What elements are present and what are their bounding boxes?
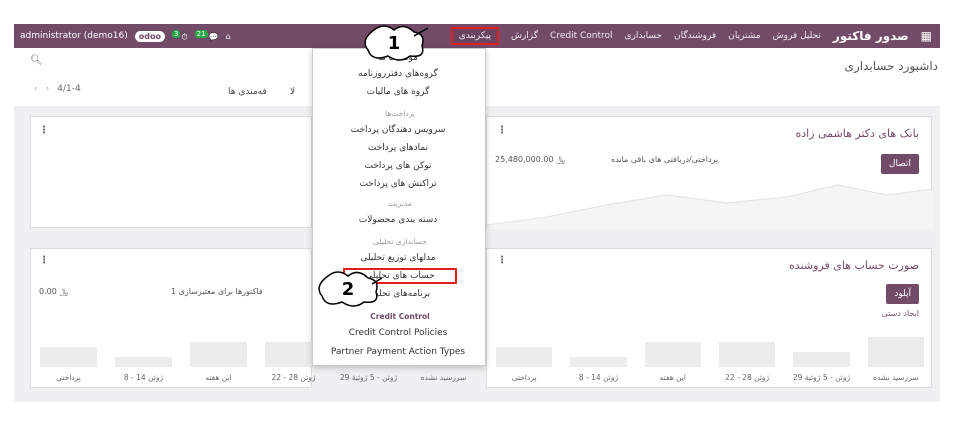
callout-2-number: 2 <box>341 278 355 300</box>
dd-header-payments: پرداخت‌ها <box>385 109 415 118</box>
groupby-label[interactable]: فه‌مندی ها <box>228 87 267 97</box>
chart-x-label: 22 - 28 ژوئن <box>725 373 770 382</box>
page-title: داشبورد حسابداری <box>844 59 938 73</box>
chart-x-label: سررسید نشده <box>873 373 919 382</box>
chart-bar[interactable] <box>570 357 627 367</box>
dd-header-analytic: حسابداری تحلیلی <box>372 237 427 246</box>
chart-bar[interactable] <box>793 352 850 367</box>
menu-accounting[interactable]: حسابداری <box>625 31 662 41</box>
chart-x-label: پرداختی <box>511 373 537 382</box>
chart-bar[interactable] <box>718 342 776 367</box>
chart-x-label: پرداختی <box>56 373 81 382</box>
dd-partner-payment-action-types[interactable]: Partner Payment Action Types <box>311 347 485 357</box>
messages-badge: 21 <box>194 30 208 39</box>
dd-payment-transactions[interactable]: تراکنش های پرداخت <box>311 179 485 189</box>
chart-bar[interactable] <box>495 347 553 367</box>
configuration-dropdown: موقعیت ها گروه‌های دفترروزنامه گروه های … <box>312 48 486 366</box>
search-icon[interactable]: 🔍︎ <box>30 55 43 66</box>
invoices-to-validate[interactable]: 1 فاکتورها برای معتبرسازی <box>171 287 263 296</box>
dd-product-categories[interactable]: دسته بندی محصولات <box>311 215 485 225</box>
menu-sales-analysis[interactable]: تحلیل فروش <box>773 31 821 41</box>
connect-button[interactable]: اتصال <box>880 154 919 174</box>
activity-badge: 3 <box>171 29 181 38</box>
menu-reporting[interactable]: گزارش <box>511 31 538 41</box>
apps-grid-icon[interactable]: ▦ <box>921 29 932 43</box>
card-menu-icon[interactable]: ⋮ <box>497 125 507 136</box>
dd-payment-providers[interactable]: سرویس دهندگان پرداخت <box>311 125 485 135</box>
menu-credit-control[interactable]: Credit Control <box>550 31 612 41</box>
chart-x-label: 8 - 14 ژوئن <box>578 373 619 382</box>
activity-icon[interactable]: 3 ⏱ <box>171 29 188 43</box>
left-top-card: ⋮ <box>30 116 312 228</box>
invoices-amount: 0.00 ﷼ <box>39 287 69 296</box>
card-menu-icon[interactable]: ⋮ <box>39 125 49 136</box>
top-navbar: administrator (demo16) odoo 3 ⏱ 21 💬 ⌂ ▦ ص… <box>14 24 940 48</box>
pager-next-icon[interactable]: › <box>46 84 50 94</box>
menu-configuration[interactable]: پیکربندی <box>450 27 499 45</box>
sales-invoices-card: ⋮ 1 فاکتورها برای معتبرسازی 0.00 ﷼ سررسی… <box>30 248 472 388</box>
vendor-card-title[interactable]: صورت حساب های فروشنده <box>789 259 919 272</box>
messages-icon[interactable]: 21 💬 <box>194 30 219 42</box>
screen: administrator (demo16) odoo 3 ⏱ 21 💬 ⌂ ▦ ص… <box>0 0 954 424</box>
chart-x-label: 8 - 14 ژوئن <box>123 373 164 382</box>
create-manually-link[interactable]: ایجاد دستی <box>881 309 919 318</box>
chart-bar[interactable] <box>867 337 925 367</box>
card-menu-icon[interactable]: ⋮ <box>39 255 49 266</box>
chart-x-label: سررسید نشده <box>420 373 467 382</box>
card-menu-icon[interactable]: ⋮ <box>497 255 507 266</box>
dd-credit-control-policies[interactable]: Credit Control Policies <box>311 328 485 338</box>
pager-prev-icon[interactable]: ‹ <box>34 84 38 94</box>
chart-x-label: 29 ژوئن - 5 ژوئیهٔ <box>792 373 851 382</box>
chart-bar[interactable] <box>190 342 247 367</box>
pager-value[interactable]: 4/1-4 <box>57 84 80 94</box>
callout-step-1: 1 <box>360 24 428 62</box>
chart-x-label: این هفته <box>205 373 232 382</box>
navbar-menu: ▦ صدور فاکتور تحلیل فروش مشتریان فروشندگ… <box>450 24 932 48</box>
filter-label[interactable]: لا <box>290 87 295 97</box>
dd-header-credit-control: Credit Control <box>370 312 430 321</box>
chart-bar[interactable] <box>40 347 97 367</box>
callout-step-2: 2 <box>314 270 382 308</box>
chart-x-label: 29 ژوئن - 5 ژوئیهٔ <box>339 373 398 382</box>
navbar-systray: administrator (demo16) odoo 3 ⏱ 21 💬 ⌂ <box>20 24 231 48</box>
vendor-aged-chart: سررسید نشده 29 ژوئن - 5 ژوئیهٔ 22 - 28 ژوئ… <box>487 333 933 389</box>
menu-vendors[interactable]: فروشندگان <box>674 31 716 41</box>
chart-bar[interactable] <box>115 357 172 367</box>
dd-header-management: مدیریت <box>388 199 412 208</box>
upload-button[interactable]: آپلود <box>886 284 919 304</box>
bank-card-title[interactable]: بانک های دکتر هاشمی زاده <box>795 127 919 140</box>
dd-journal-groups[interactable]: گروه‌های دفترروزنامه <box>311 69 485 79</box>
dd-payment-icons[interactable]: نمادهای پرداخت <box>311 143 485 153</box>
dd-analytic-distribution-models[interactable]: مدلهای توزیع تحلیلی <box>311 253 485 263</box>
dd-tax-groups[interactable]: گروه های مالیات <box>311 87 485 97</box>
odoo-logo: odoo <box>134 30 165 42</box>
dd-payment-tokens[interactable]: توکن های پرداخت <box>311 161 485 171</box>
chart-x-label: 22 - 28 ژوئن <box>271 373 316 382</box>
chart-bar[interactable] <box>644 342 702 367</box>
bank-journal-card: ⋮ بانک های دکتر هاشمی زاده اتصال پرداختی… <box>486 116 933 229</box>
callout-1-number: 1 <box>387 32 401 54</box>
bank-balance-graph <box>487 184 933 229</box>
user-menu[interactable]: administrator (demo16) <box>20 31 128 41</box>
chart-x-label: این هفته <box>659 373 686 382</box>
pager: ‹ › 4/1-4 <box>34 84 81 94</box>
bank-remaining-label[interactable]: پرداختی/دریافتی های باقی مانده <box>611 155 718 164</box>
app-brand[interactable]: صدور فاکتور <box>833 29 909 43</box>
vendor-bills-card: ⋮ صورت حساب های فروشنده آپلود ایجاد دستی… <box>486 248 932 388</box>
menu-customers[interactable]: مشتریان <box>728 31 760 41</box>
bank-remaining-amount: 25,480,000.00 ﷼ <box>495 155 565 164</box>
home-icon[interactable]: ⌂ <box>226 32 231 41</box>
